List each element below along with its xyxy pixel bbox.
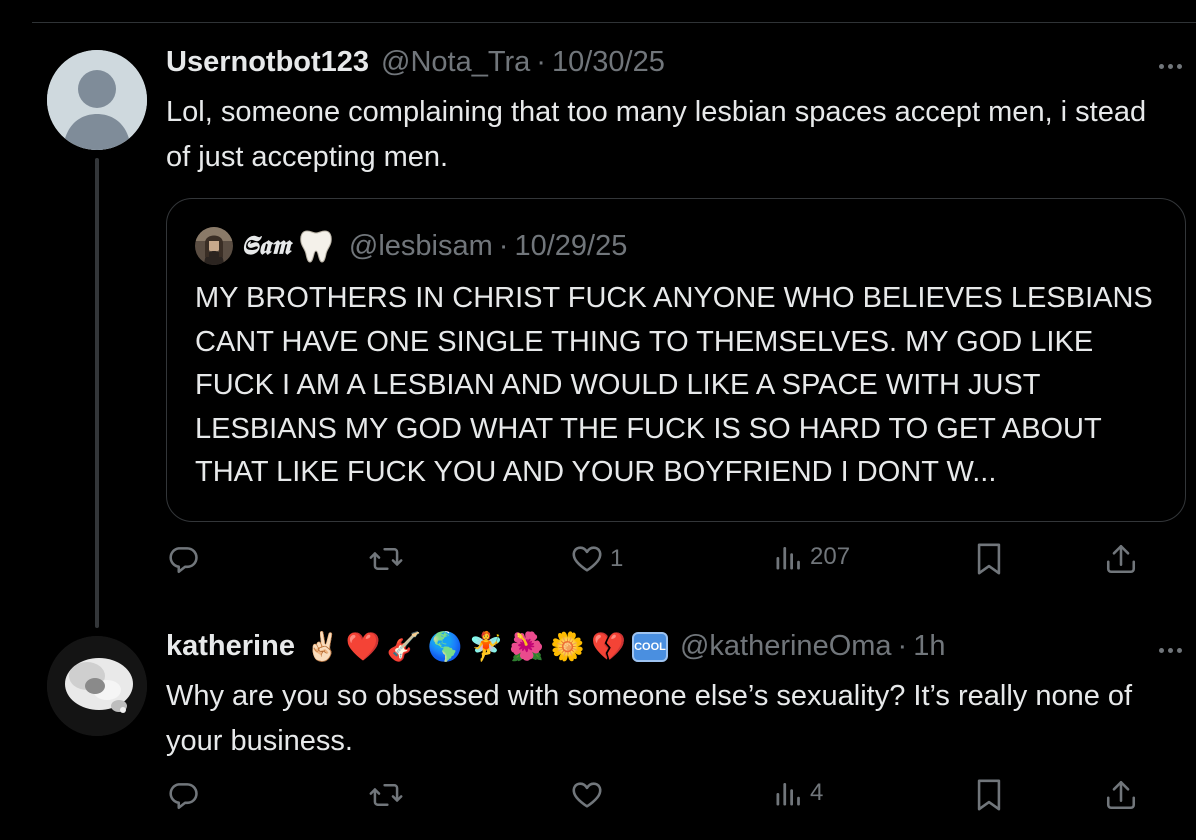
- separator-dot: ·: [498, 229, 509, 262]
- like-count: 1: [610, 545, 624, 572]
- cool-button-emoji: COOL: [631, 631, 668, 662]
- tweet-date[interactable]: 10/30/25: [552, 46, 665, 79]
- bookmark-icon: [977, 543, 1001, 575]
- more-options-icon[interactable]: [1159, 64, 1182, 69]
- share-icon: [1106, 544, 1136, 574]
- views-button[interactable]: 207: [774, 542, 850, 572]
- action-bar: 4: [166, 778, 1156, 818]
- views-icon: [776, 547, 800, 570]
- avatar-katherine[interactable]: [47, 636, 147, 736]
- like-button[interactable]: 1: [570, 542, 623, 576]
- repost-icon: [369, 784, 403, 806]
- display-name[interactable]: Usernotbot123: [166, 46, 369, 79]
- tweet-text: Why are you so obsessed with someone els…: [166, 680, 1133, 757]
- repost-button[interactable]: [368, 778, 404, 812]
- avatar-lesbisam: [195, 227, 233, 265]
- reply-icon: [169, 783, 198, 810]
- hibiscus-emoji: 🌺: [509, 629, 545, 663]
- separator-dot: ·: [536, 46, 546, 78]
- tweet-header: Usernotbot123 @Nota_Tra · 10/30/25: [166, 46, 665, 79]
- quoted-display-name: 𝕾𝖆𝖒: [241, 230, 291, 261]
- heart-icon: [572, 546, 602, 572]
- heart-icon: [572, 782, 602, 808]
- tweet-header: katherine ✌🏻 ❤️ 🎸 🌎 🧚 🌺 🌼 💔 COOL @kather…: [166, 630, 945, 663]
- repost-icon: [369, 548, 403, 570]
- guitar-emoji: 🎸: [386, 629, 422, 663]
- display-name[interactable]: katherine: [166, 630, 295, 663]
- quoted-date: 10/29/25: [514, 229, 628, 262]
- user-handle[interactable]: @Nota_Tra: [381, 46, 530, 79]
- separator-dot: ·: [897, 630, 908, 662]
- tweet-time[interactable]: 1h: [913, 630, 945, 663]
- views-button[interactable]: 4: [774, 778, 823, 808]
- bookmark-icon: [977, 779, 1001, 811]
- like-button[interactable]: [570, 778, 604, 812]
- default-profile-icon: [47, 50, 147, 150]
- thread-connector-line: [95, 158, 99, 628]
- reply-button[interactable]: [166, 778, 200, 812]
- user-handle[interactable]: @katherineOma: [680, 630, 892, 663]
- reply-button[interactable]: [166, 542, 200, 576]
- tooth-icon: [299, 228, 333, 264]
- fairy-emoji: 🧚: [468, 629, 504, 663]
- quoted-tweet-text: MY BROTHERS IN CHRIST FUCK ANYONE WHO BE…: [195, 282, 1153, 488]
- quoted-tweet-header: 𝕾𝖆𝖒 @lesbisam · 10/29/25: [195, 227, 627, 265]
- share-button[interactable]: [1104, 542, 1138, 576]
- repost-button[interactable]: [368, 542, 404, 576]
- broken-heart-emoji: 💔: [591, 629, 626, 663]
- victory-hand-emoji: ✌🏻: [304, 629, 340, 663]
- share-button[interactable]: [1104, 778, 1138, 812]
- share-icon: [1106, 780, 1136, 810]
- blossom-emoji: 🌼: [550, 629, 586, 663]
- red-heart-emoji: ❤️: [345, 629, 381, 663]
- globe-emoji: 🌎: [427, 629, 463, 663]
- top-divider: [32, 22, 1196, 23]
- name-emoji-row: ✌🏻 ❤️ 🎸 🌎 🧚 🌺 🌼 💔 COOL: [304, 629, 668, 663]
- tweet-text: Lol, someone complaining that too many l…: [166, 96, 1147, 173]
- quoted-handle: @lesbisam: [348, 229, 493, 262]
- views-count: 4: [810, 779, 824, 806]
- quoted-tweet[interactable]: 𝕾𝖆𝖒 @lesbisam · 10/29/25 MY BROTHERS IN …: [166, 198, 1186, 522]
- more-options-icon[interactable]: [1159, 648, 1182, 653]
- action-bar: 1 207: [166, 542, 1156, 582]
- views-icon: [776, 783, 800, 806]
- bookmark-button[interactable]: [974, 778, 1004, 812]
- reply-icon: [169, 547, 198, 574]
- views-count: 207: [810, 543, 851, 570]
- bookmark-button[interactable]: [974, 542, 1004, 576]
- avatar-usernotbot123[interactable]: [47, 50, 147, 150]
